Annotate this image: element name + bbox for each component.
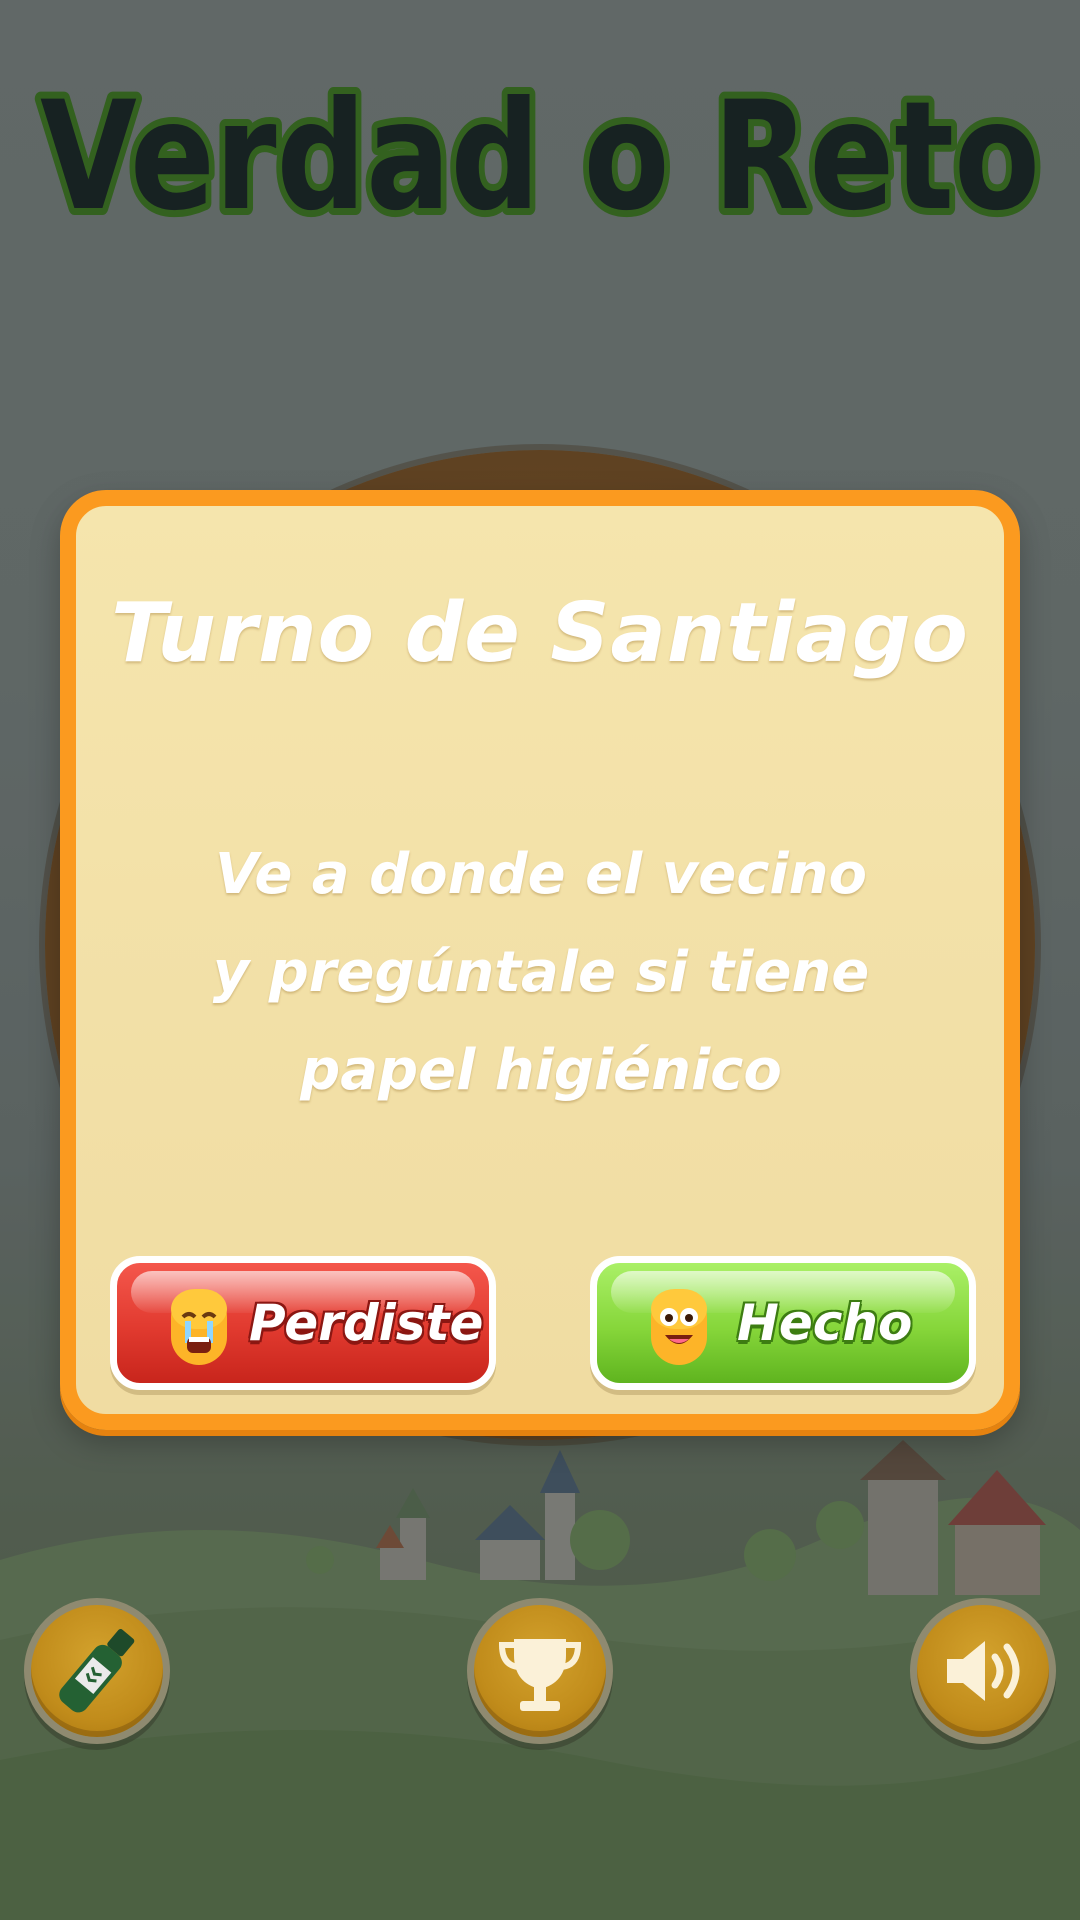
done-button[interactable]: Hecho [590,1256,976,1390]
game-screen: Verdad o Reto Turno de Santiago Ve a don… [0,0,1080,1920]
lose-button[interactable]: Perdiste [110,1256,496,1390]
dialog-title: Turno de Santiago [111,586,969,681]
turn-dialog: Turno de Santiago Ve a donde el vecino y… [60,490,1020,1430]
crying-face-icon [171,1289,227,1365]
happy-face-icon [651,1289,707,1365]
sound-button[interactable] [910,1598,1056,1744]
dare-text-line: y pregúntale si tiene [212,940,870,1005]
bottle-icon [59,1629,135,1713]
bottle-button[interactable] [24,1598,170,1744]
lose-button-label: Perdiste [249,1294,484,1352]
speaker-icon [947,1641,1020,1701]
trophy-icon [498,1639,582,1711]
trophy-button[interactable] [467,1598,613,1744]
done-button-label: Hecho [737,1294,913,1352]
dare-text-line: Ve a donde el vecino [215,842,867,907]
dare-text: Ve a donde el vecino y pregúntale si tie… [186,826,896,1120]
dare-text-line: papel higiénico [300,1038,782,1103]
